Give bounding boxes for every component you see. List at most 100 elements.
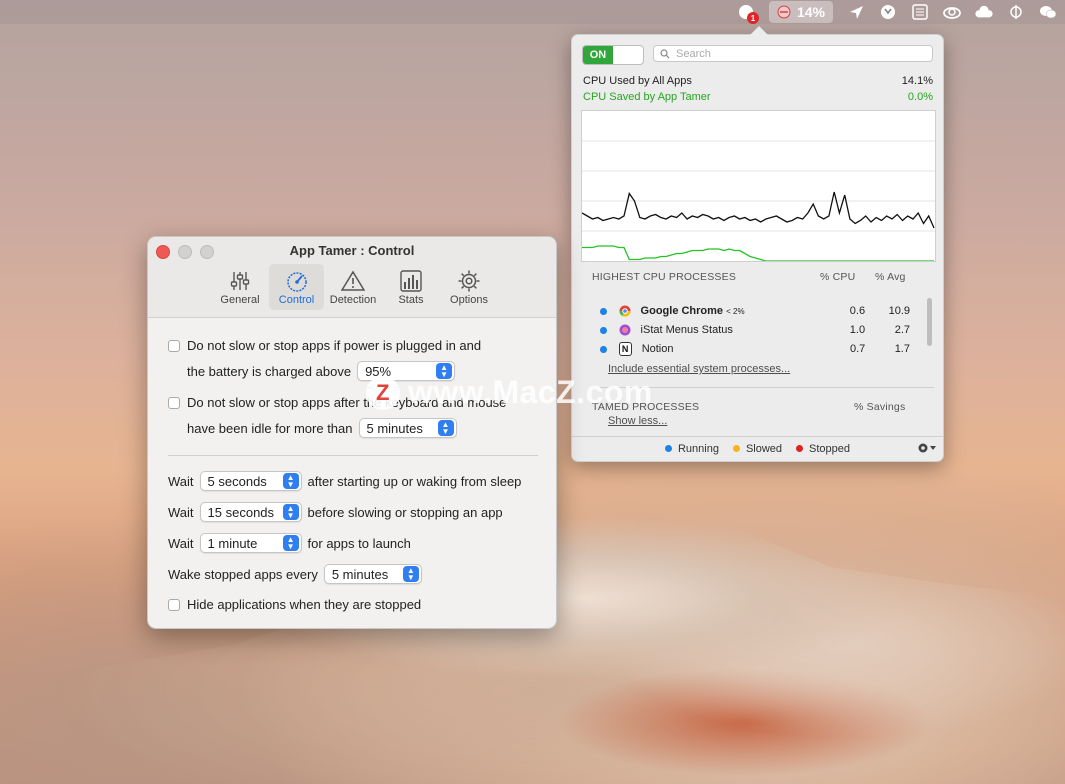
running-status-dot (600, 307, 607, 315)
process-cpu: 0.7 (849, 343, 866, 355)
wait-label: Wait (168, 473, 194, 489)
wait-slow-select[interactable]: 15 seconds ▲ ▼ (199, 502, 302, 522)
wake-row: Wake stopped apps every 5 minutes ▲ ▼ (168, 564, 428, 584)
chevron-updown-icon: ▲ ▼ (282, 535, 299, 551)
sliders-icon (230, 272, 250, 290)
wait-launch-row: Wait 1 minute ▲ ▼ for apps to launch (168, 533, 411, 553)
wait-slow-row: Wait 15 seconds ▲ ▼ before slowing or sto… (168, 502, 503, 522)
power-checkbox[interactable] (168, 339, 180, 352)
chevron-updown-icon: ▲ ▼ (282, 473, 299, 489)
chevron-updown-icon: ▲ ▼ (437, 420, 454, 436)
legend-stopped: Stopped (796, 443, 850, 455)
power-label: Do not slow or stop apps if power is plu… (187, 338, 482, 353)
wait-launch-select[interactable]: 1 minute ▲ ▼ (199, 533, 302, 553)
istat-icon (619, 324, 631, 336)
chevron-updown-icon: ▲ ▼ (282, 504, 299, 520)
hide-apps-checkbox[interactable] (168, 598, 180, 611)
toggle-on-label: ON (583, 46, 613, 64)
process-avg: 10.9 (888, 305, 910, 317)
process-name: Notion (641, 343, 674, 355)
location-arrow-icon[interactable] (847, 3, 865, 21)
legend-slowed: Slowed (732, 443, 782, 455)
wait-launch-label: for apps to launch (307, 535, 411, 551)
gauge-icon (286, 272, 307, 292)
phi-icon[interactable] (1007, 3, 1025, 21)
notion-icon: N (618, 342, 632, 356)
cpu-used-line (581, 191, 935, 229)
enable-toggle[interactable]: ON (582, 45, 644, 65)
status-legend: Running Slowed Stopped (572, 436, 943, 461)
tab-options[interactable]: Options (440, 264, 498, 310)
search-input[interactable]: Search (653, 45, 933, 62)
warning-icon (341, 270, 365, 291)
chrome-icon (619, 305, 631, 317)
search-placeholder: Search (676, 47, 711, 60)
search-icon (660, 48, 670, 58)
cpu-graph-svg (581, 140, 935, 262)
notification-badge-icon[interactable]: 1 (737, 3, 759, 24)
idle-duration-row: have been idle for more than 5 minutes ▲… (187, 418, 463, 438)
wait-label: Wait (168, 535, 194, 551)
control-window: App Tamer : Control General Control Dete… (147, 236, 557, 629)
legend-running: Running (664, 443, 719, 455)
cpu-column-header[interactable]: % CPU (820, 271, 875, 283)
cpu-history-graph (581, 110, 936, 262)
gear-menu-button[interactable] (917, 441, 937, 458)
app-tamer-menu-item[interactable]: 14% (768, 1, 833, 23)
process-row[interactable]: N Notion 0.7 1.7 (600, 340, 910, 358)
wake-label: Wake stopped apps every (168, 566, 318, 582)
cloud-sync-icon[interactable] (975, 3, 993, 21)
gear-icon (918, 443, 936, 453)
cpu-used-row: CPU Used by All Apps 14.1% (583, 75, 933, 87)
tab-control[interactable]: Control (269, 264, 324, 310)
cpu-used-label: CPU Used by All Apps (583, 75, 692, 87)
cpu-saved-row: CPU Saved by App Tamer 0.0% (583, 91, 933, 103)
creative-cloud-icon[interactable] (943, 3, 961, 21)
avg-column-header[interactable]: % Avg (875, 271, 906, 283)
tab-stats[interactable]: Stats (382, 264, 440, 310)
wait-startup-row: Wait 5 seconds ▲ ▼ after starting up or w… (168, 471, 521, 491)
notification-count-badge: 1 (746, 12, 759, 24)
process-avg: 2.7 (894, 324, 910, 336)
tab-general[interactable]: General (211, 264, 269, 310)
battery-label: the battery is charged above (187, 363, 352, 379)
hide-apps-label: Hide applications when they are stopped (187, 597, 422, 612)
hide-apps-row: Hide applications when they are stopped (168, 597, 421, 612)
wait-slow-label: before slowing or stopping an app (307, 504, 503, 520)
checklist-icon[interactable] (911, 3, 929, 21)
running-status-dot (600, 326, 607, 334)
gear-icon (458, 270, 480, 292)
idle-checkbox[interactable] (168, 396, 180, 409)
preferences-toolbar: General Control Detection Stats Options (211, 264, 498, 310)
process-avg: 1.7 (894, 343, 910, 355)
processes-header: HIGHEST CPU PROCESSES % CPU % Avg (592, 271, 922, 283)
processes-title: HIGHEST CPU PROCESSES (592, 271, 737, 283)
window-titlebar: App Tamer : Control General Control Dete… (148, 237, 556, 318)
wait-startup-select[interactable]: 5 seconds ▲ ▼ (199, 471, 302, 491)
app-tamer-icon (777, 5, 791, 19)
process-row[interactable]: Google Chrome < 2% 0.6 10.9 (600, 302, 910, 320)
power-setting-row: Do not slow or stop apps if power is plu… (168, 338, 481, 353)
cpu-saved-value: 0.0% (907, 91, 933, 103)
show-less-link[interactable]: Show less... (608, 415, 667, 427)
process-list-scrollbar[interactable] (927, 298, 932, 346)
process-cpu: 0.6 (849, 305, 866, 317)
cpu-used-value: 14.1% (901, 75, 933, 87)
idle-duration-label: have been idle for more than (187, 420, 353, 436)
wake-interval-select[interactable]: 5 minutes ▲ ▼ (323, 564, 422, 584)
cpu-saved-label: CPU Saved by App Tamer (583, 91, 711, 103)
process-row[interactable]: iStat Menus Status 1.0 2.7 (600, 321, 910, 339)
idle-duration-select[interactable]: 5 minutes ▲ ▼ (358, 418, 457, 438)
watermark: Z www.MacZ.com (366, 374, 653, 411)
process-cpu: 1.0 (849, 324, 866, 336)
cpu-percent-label: 14% (796, 4, 825, 20)
wechat-icon[interactable] (1039, 3, 1057, 21)
chart-icon (400, 270, 422, 292)
window-title: App Tamer : Control (289, 243, 415, 258)
running-status-dot (600, 345, 607, 353)
chevron-updown-icon: ▲ ▼ (402, 566, 419, 582)
tab-detection[interactable]: Detection (324, 264, 382, 310)
savings-column-header[interactable]: % Savings (854, 401, 905, 413)
shield-icon[interactable] (879, 3, 897, 21)
watermark-logo: Z (366, 375, 400, 410)
